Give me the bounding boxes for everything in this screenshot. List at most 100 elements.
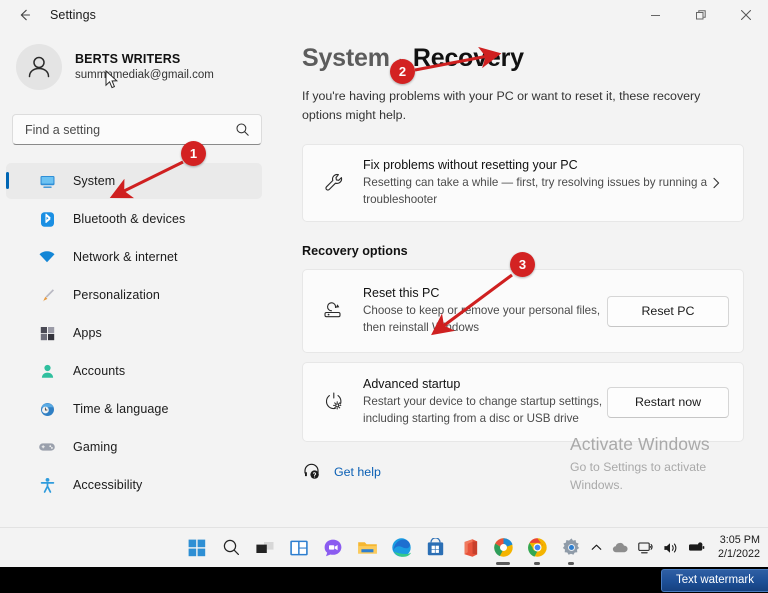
window-controls: [633, 0, 768, 30]
sidebar-item-label: Accounts: [73, 364, 126, 378]
sidebar-item-label: Accessibility: [73, 478, 143, 492]
sidebar-item-personalization[interactable]: Personalization: [6, 277, 262, 313]
advanced-startup-title: Advanced startup: [363, 377, 461, 392]
reset-this-pc-card[interactable]: Reset this PC Choose to keep or remove y…: [302, 269, 744, 354]
annotation-badge-1: 1: [181, 141, 206, 166]
sidebar-item-time-language[interactable]: Time & language: [6, 391, 262, 427]
apps-grid-icon: [37, 323, 57, 343]
back-button[interactable]: [8, 1, 42, 29]
sidebar-item-label: System: [73, 174, 116, 188]
widgets-icon[interactable]: [286, 533, 312, 563]
microsoft-store-icon[interactable]: [422, 533, 448, 563]
sidebar: BERTS WRITERS summnmediak@gmail.com Find…: [0, 30, 276, 527]
wrench-icon: [319, 172, 349, 194]
reset-pc-icon: [319, 299, 349, 323]
sidebar-nav: System Bluetooth & devices Network & int…: [0, 163, 276, 503]
person-avatar-icon: [28, 56, 50, 78]
sidebar-item-label: Bluetooth & devices: [73, 212, 186, 226]
battery-icon[interactable]: [688, 541, 706, 554]
office-icon[interactable]: [456, 533, 482, 563]
minimize-button[interactable]: [633, 0, 678, 30]
sidebar-item-accessibility[interactable]: Accessibility: [6, 467, 262, 503]
bluetooth-icon: [37, 209, 57, 229]
sidebar-item-label: Gaming: [73, 440, 118, 454]
monitor-icon: [37, 171, 57, 191]
clock-time: 3:05 PM: [719, 534, 760, 547]
minimize-icon: [651, 14, 660, 16]
power-gear-icon: [319, 390, 349, 414]
sidebar-item-system[interactable]: System: [6, 163, 262, 199]
fix-problems-subtitle: Resetting can take a while — first, try …: [363, 176, 708, 206]
text-watermark-badge: Text watermark: [661, 569, 768, 592]
system-tray: 3:05 PM 2/1/2022: [590, 528, 760, 568]
breadcrumb-parent[interactable]: System: [302, 44, 390, 73]
advanced-startup-subtitle: Restart your device to change startup se…: [363, 395, 603, 425]
sidebar-item-network-internet[interactable]: Network & internet: [6, 239, 262, 275]
onedrive-cloud-icon[interactable]: [612, 541, 629, 554]
search-icon[interactable]: [235, 122, 261, 137]
search-box[interactable]: [12, 114, 262, 145]
start-icon[interactable]: [184, 533, 210, 563]
taskbar-icons: [184, 528, 584, 568]
restore-button[interactable]: [678, 0, 723, 30]
sidebar-item-label: Network & internet: [73, 250, 178, 264]
restore-icon: [695, 10, 706, 20]
reset-this-pc-subtitle: Choose to keep or remove your personal f…: [363, 304, 601, 334]
clock-globe-icon: [37, 399, 57, 419]
close-icon: [740, 9, 751, 21]
account-name: BERTS WRITERS: [75, 51, 181, 66]
chevron-right-icon[interactable]: [709, 176, 729, 190]
back-arrow-icon: [20, 9, 31, 21]
close-button[interactable]: [723, 0, 768, 30]
avatar: [16, 44, 62, 90]
help-headset-icon: [302, 462, 321, 481]
reset-pc-button[interactable]: Reset PC: [607, 295, 729, 327]
sidebar-item-gaming[interactable]: Gaming: [6, 429, 262, 465]
search-icon[interactable]: [218, 533, 244, 563]
file-explorer-icon[interactable]: [354, 533, 380, 563]
page-intro-text: If you're having problems with your PC o…: [302, 89, 701, 123]
settings-window: Settings BERTS WRITERS summnmediak@gmail…: [0, 0, 768, 593]
main-content: System › Recovery If you're having probl…: [276, 30, 768, 527]
restart-now-button[interactable]: Restart now: [607, 386, 729, 418]
volume-icon[interactable]: [663, 541, 679, 555]
taskbar-clock[interactable]: 3:05 PM 2/1/2022: [718, 534, 760, 561]
show-hidden-icons-chevron[interactable]: [590, 541, 603, 554]
account-person-icon: [37, 361, 57, 381]
section-title-recovery-options: Recovery options: [302, 244, 408, 259]
paintbrush-icon: [37, 285, 57, 305]
fix-problems-title: Fix problems without resetting your PC: [363, 158, 578, 173]
sidebar-item-label: Time & language: [73, 402, 169, 416]
fix-problems-card[interactable]: Fix problems without resetting your PC R…: [302, 144, 744, 223]
clock-date: 2/1/2022: [717, 547, 760, 560]
network-icon[interactable]: [638, 541, 654, 555]
sidebar-item-apps[interactable]: Apps: [6, 315, 262, 351]
desktop-strip: [0, 567, 768, 593]
account-tile[interactable]: BERTS WRITERS summnmediak@gmail.com: [0, 30, 276, 104]
search-input[interactable]: [13, 122, 235, 137]
task-view-icon[interactable]: [252, 533, 278, 563]
gamepad-icon: [37, 437, 57, 457]
window-title: Settings: [50, 8, 96, 22]
annotation-badge-3: 3: [510, 252, 535, 277]
get-help-link[interactable]: Get help: [334, 465, 381, 479]
sidebar-item-accounts[interactable]: Accounts: [6, 353, 262, 389]
annotation-badge-2: 2: [390, 59, 415, 84]
reset-this-pc-title: Reset this PC: [363, 286, 440, 301]
sidebar-item-bluetooth-devices[interactable]: Bluetooth & devices: [6, 201, 262, 237]
account-email: summnmediak@gmail.com: [75, 68, 214, 81]
advanced-startup-card[interactable]: Advanced startup Restart your device to …: [302, 362, 744, 443]
breadcrumb: System › Recovery: [302, 44, 768, 73]
chrome-icon[interactable]: [524, 533, 550, 563]
chat-teams-icon[interactable]: [320, 533, 346, 563]
accessibility-person-icon: [37, 475, 57, 495]
get-help-row[interactable]: Get help: [302, 462, 768, 481]
sidebar-item-label: Personalization: [73, 288, 160, 302]
breadcrumb-current: Recovery: [412, 44, 524, 72]
settings-gear-icon[interactable]: [558, 533, 584, 563]
taskbar: 3:05 PM 2/1/2022: [0, 527, 768, 567]
edge-canary-icon[interactable]: [490, 533, 516, 563]
title-bar: Settings: [0, 0, 768, 30]
edge-icon[interactable]: [388, 533, 414, 563]
sidebar-item-label: Apps: [73, 326, 102, 340]
